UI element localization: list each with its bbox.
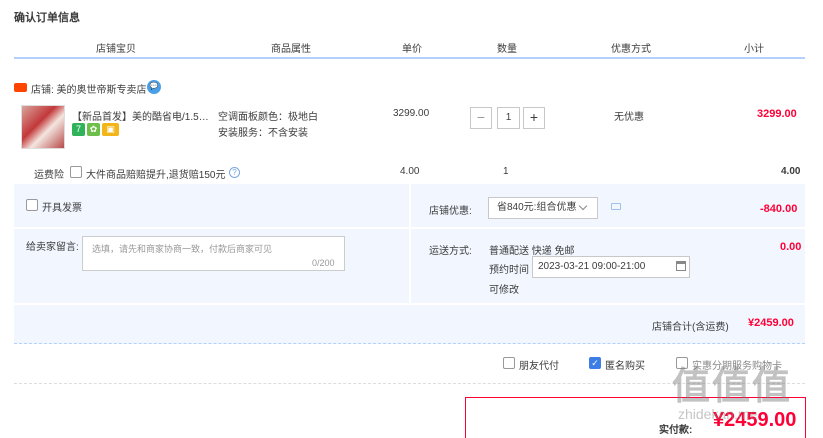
anonymous-checkbox[interactable]: ✓ [589,357,601,369]
product-prop-install: 安装服务：不含安装 [218,128,308,139]
shop-discount-amount: -840.00 [760,203,798,215]
insurance-subtotal: 4.00 [781,166,801,177]
message-label: 给卖家留言: [26,242,79,253]
col-props: 商品属性 [271,44,311,55]
discount-method: 无优惠 [614,112,644,123]
panel-divider [409,184,411,304]
shipping-amount: 0.00 [780,241,802,253]
header-divider [14,57,805,59]
insurance-checkbox[interactable] [70,166,82,178]
help-icon[interactable]: ? [229,167,240,178]
shop-total-value: ¥2459.00 [748,317,794,329]
panel-divider [411,227,805,229]
col-price: 单价 [402,44,422,55]
insurance-price: 4.00 [400,166,420,177]
message-placeholder: 选填，请先和商家协商一致，付款后商家可见 [92,244,273,254]
product-title-link[interactable]: 【新品首发】美的酷省电/1.5匹... [72,108,214,123]
insurance-qty: 1 [503,166,509,177]
invoice-checkbox[interactable] [26,199,38,211]
shop-name-link[interactable]: 店铺: 美的奥世帝斯专卖店 [31,81,147,96]
watermark-logo: 值值值 [672,366,793,408]
insurance-text: 大件商品赔赔提升,退货赔150元 [86,170,226,181]
col-qty: 数量 [497,44,517,55]
unit-price: 3299.00 [393,108,430,119]
shipping-method: 普通配送 快递 免邮 [489,246,575,257]
product-prop-color: 空调面板颜色：极地白 [218,112,318,123]
comment-icon[interactable] [611,203,621,210]
insurance-label: 运费险 [34,170,64,181]
product-thumbnail[interactable] [21,105,65,149]
quantity-input[interactable]: 1 [497,107,520,129]
shop-total-label: 店铺合计(含运费) [652,322,729,333]
page-title: 确认订单信息 [14,12,80,24]
pay-label: 实付款: [659,425,693,436]
panel-divider [14,303,805,305]
shipping-label: 运送方式: [429,246,472,257]
shop-discount-label: 店铺优惠: [429,206,472,217]
calendar-icon[interactable] [676,261,686,271]
panel-divider [14,227,409,229]
message-char-count: 0/200 [312,258,335,268]
anonymous-label: 匿名购买 [605,361,645,372]
col-subtotal: 小计 [744,44,764,55]
quantity-plus-button[interactable]: + [523,107,545,129]
service-icon: ✿ [87,123,100,136]
reserve-time-picker[interactable]: 2023-03-21 09:00-21:00 [532,256,690,278]
modify-hint: 可修改 [489,285,519,296]
invoice-label: 开具发票 [42,203,82,214]
friend-pay-label: 朋友代付 [519,361,559,372]
reserve-time-label: 预约时间 [489,265,529,276]
tmall-badge-icon [14,83,27,92]
item-subtotal: 3299.00 [757,108,797,120]
watermark-url: zhidekan.me [678,406,758,422]
quantity-minus-button[interactable]: − [470,107,492,129]
chat-icon[interactable]: 💬 [147,80,161,94]
card-icon: ▣ [102,123,119,136]
quantity-stepper: − 1 + [470,107,546,129]
col-shop-item: 店铺宝贝 [96,44,136,55]
friend-pay-checkbox[interactable] [503,357,515,369]
col-discount: 优惠方式 [611,44,651,55]
seven-day-return-icon: 7 [72,123,85,136]
